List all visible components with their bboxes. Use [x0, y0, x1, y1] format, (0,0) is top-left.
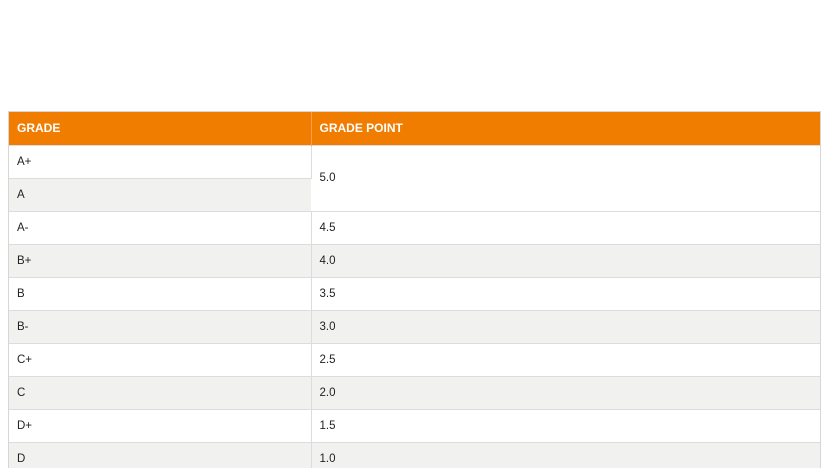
table-row: B 3.5 [9, 276, 820, 310]
grade-cell: A [9, 177, 311, 211]
grade-column-header: GRADE [9, 112, 312, 145]
grade-cell: A- [9, 210, 312, 244]
grade-cell: B- [9, 309, 312, 343]
grade-point-cell: 5.0 [311, 144, 820, 211]
grade-cell: B [9, 276, 312, 310]
grade-point-cell: 3.0 [311, 309, 820, 343]
grade-point-table: GRADE GRADE POINT A+ 5.0 A A- 4.5 B+ 4.0… [9, 112, 820, 468]
table-row: A- 4.5 [9, 210, 820, 244]
grade-point-cell: 4.0 [311, 243, 820, 277]
grade-cell: D [9, 441, 312, 468]
grade-point-cell: 1.0 [311, 441, 820, 468]
table-row: B+ 4.0 [9, 243, 820, 277]
table-row: D 1.0 [9, 441, 820, 468]
grade-cell: B+ [9, 243, 312, 277]
table-row: B- 3.0 [9, 309, 820, 343]
table-row: A+ 5.0 [9, 144, 820, 211]
grade-cell: A+ [9, 144, 312, 178]
grade-cell: C+ [9, 342, 312, 376]
table-row: D+ 1.5 [9, 408, 820, 442]
grade-point-cell: 1.5 [311, 408, 820, 442]
grade-point-cell: 2.0 [311, 375, 820, 409]
table-row: C 2.0 [9, 375, 820, 409]
grade-point-cell: 2.5 [311, 342, 820, 376]
grade-point-cell: 3.5 [311, 276, 820, 310]
grade-table-container: GRADE GRADE POINT A+ 5.0 A A- 4.5 B+ 4.0… [8, 111, 821, 468]
grade-point-cell: 4.5 [311, 210, 820, 244]
table-header-row: GRADE GRADE POINT [9, 112, 820, 145]
grade-cell: D+ [9, 408, 312, 442]
table-row: C+ 2.5 [9, 342, 820, 376]
grade-cell: C [9, 375, 312, 409]
grade-point-column-header: GRADE POINT [311, 112, 820, 145]
